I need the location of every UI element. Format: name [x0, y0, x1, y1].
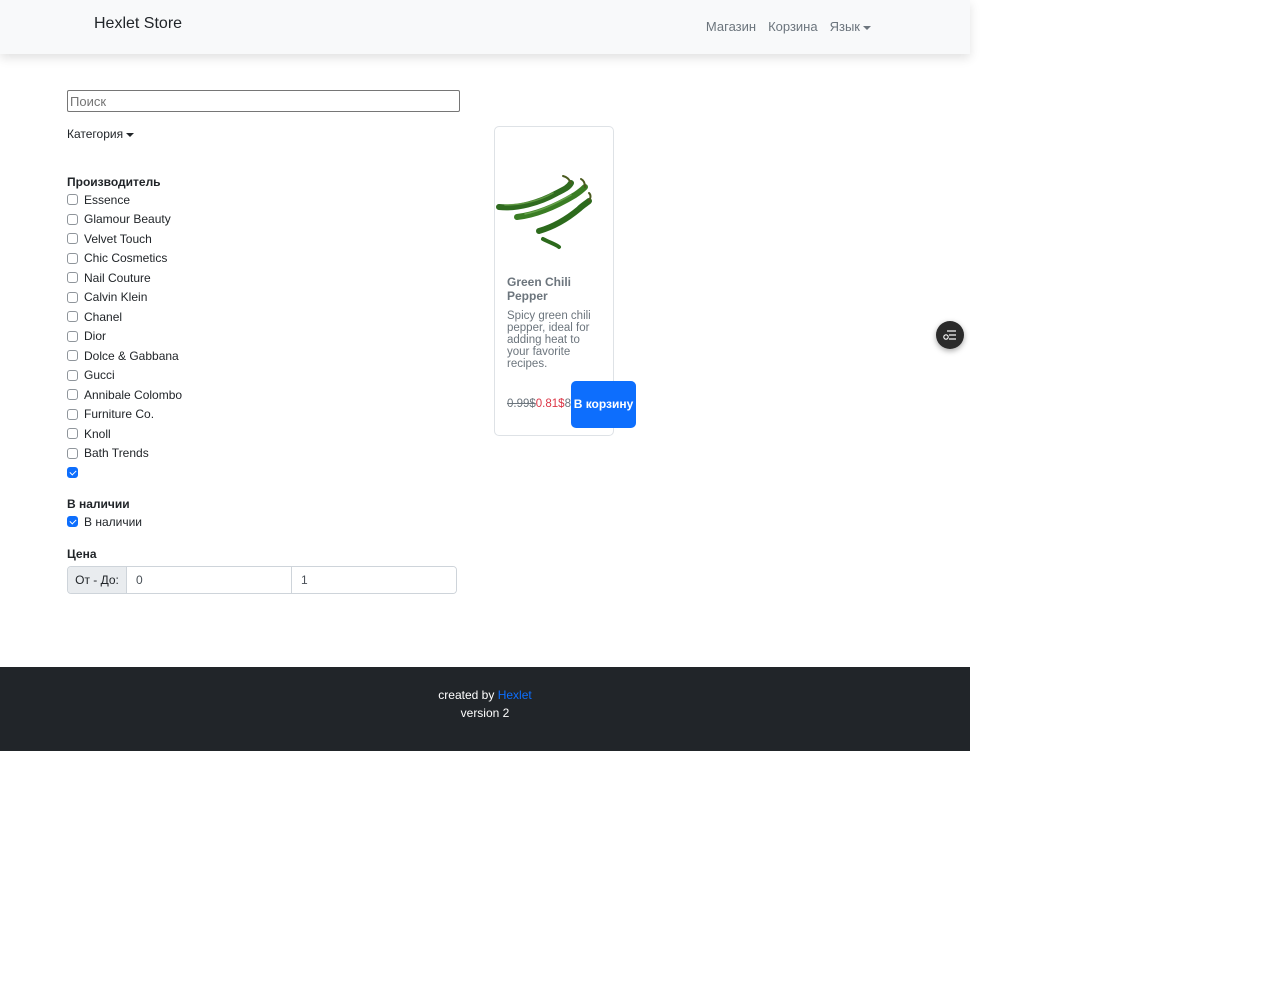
- footer: created by Hexlet version 2: [0, 667, 970, 751]
- list-item: Gucci: [67, 366, 367, 386]
- manufacturer-label: Calvin Klein: [84, 290, 148, 305]
- manufacturer-label: Knoll: [84, 426, 111, 441]
- manufacturer-label: Gucci: [84, 368, 115, 383]
- list-item: Essence: [67, 190, 367, 210]
- chevron-down-icon: [126, 132, 135, 137]
- stock-filter: В наличии: [67, 512, 142, 531]
- price-title: Цена: [67, 547, 97, 561]
- list-item: [67, 463, 367, 483]
- search-input[interactable]: [67, 90, 460, 112]
- manufacturer-label: Essence: [84, 192, 131, 207]
- category-label: Категория: [67, 127, 124, 141]
- list-item: Chic Cosmetics: [67, 249, 367, 269]
- manufacturer-checkbox[interactable]: [67, 428, 78, 440]
- list-item: Chanel: [67, 307, 367, 327]
- manufacturer-checkbox[interactable]: [67, 194, 78, 206]
- product-title[interactable]: Green Chili Pepper: [507, 275, 603, 303]
- manufacturer-checkbox[interactable]: [67, 291, 78, 303]
- language-label: Язык: [829, 19, 860, 34]
- list-item: Glamour Beauty: [67, 210, 367, 230]
- hexlet-link[interactable]: Hexlet: [498, 688, 532, 702]
- list-item: Nail Couture: [67, 268, 367, 288]
- nav-link-shop[interactable]: Магазин: [706, 19, 756, 34]
- manufacturer-checkbox[interactable]: [67, 467, 78, 479]
- list-settings-icon: [943, 330, 956, 340]
- price-to-input[interactable]: [292, 567, 456, 593]
- old-price: 0.99$: [507, 398, 536, 410]
- price-range-group: От - До:: [67, 566, 457, 594]
- list-item: Furniture Co.: [67, 405, 367, 425]
- floating-menu-button[interactable]: [936, 321, 964, 349]
- price-range-label: От - До:: [68, 567, 127, 593]
- stock-label: В наличии: [84, 514, 143, 529]
- manufacturer-checkbox[interactable]: [67, 233, 78, 245]
- manufacturer-checkbox[interactable]: [67, 350, 78, 362]
- new-price: 0.81$: [535, 398, 565, 410]
- manufacturer-label: Glamour Beauty: [84, 212, 171, 227]
- manufacturer-label: Dolce & Gabbana: [84, 348, 179, 363]
- manufacturer-checkbox[interactable]: [67, 447, 78, 459]
- manufacturer-checkbox[interactable]: [67, 213, 78, 225]
- manufacturer-label: Annibale Colombo: [84, 387, 183, 402]
- created-by-text: created by: [438, 688, 495, 702]
- manufacturer-title: Производитель: [67, 175, 161, 189]
- manufacturer-checkbox[interactable]: [67, 252, 78, 264]
- list-item: Velvet Touch: [67, 229, 367, 249]
- price-from-input[interactable]: [127, 567, 292, 593]
- list-item: Knoll: [67, 424, 367, 444]
- product-price: 0.99$0.81$8: [507, 398, 571, 410]
- price-extra: 8: [564, 398, 571, 410]
- list-item: Annibale Colombo: [67, 385, 367, 405]
- nav-link-cart[interactable]: Корзина: [768, 19, 818, 34]
- stock-title: В наличии: [67, 497, 130, 511]
- footer-credit: created by Hexlet: [0, 688, 970, 702]
- manufacturer-label: Furniture Co.: [84, 407, 155, 422]
- manufacturer-checkbox[interactable]: [67, 408, 78, 420]
- footer-version: version 2: [460, 706, 510, 720]
- manufacturer-checkbox[interactable]: [67, 369, 78, 381]
- product-description: Spicy green chili pepper, ideal for addi…: [507, 310, 591, 370]
- navbar: Hexlet Store Магазин Корзина Язык: [0, 0, 970, 54]
- manufacturer-checkbox[interactable]: [67, 330, 78, 342]
- list-item: Bath Trends: [67, 444, 367, 464]
- manufacturer-label: Chanel: [84, 309, 123, 324]
- list-item: Dior: [67, 327, 367, 347]
- stock-checkbox[interactable]: [67, 516, 78, 527]
- manufacturer-checkbox[interactable]: [67, 311, 78, 323]
- manufacturer-label: Bath Trends: [84, 446, 149, 461]
- nav-links: Магазин Корзина Язык: [706, 19, 871, 34]
- nav-link-language[interactable]: Язык: [830, 19, 871, 34]
- list-item: Calvin Klein: [67, 288, 367, 308]
- brand-logo[interactable]: Hexlet Store: [94, 15, 182, 33]
- category-dropdown[interactable]: Категория: [67, 127, 135, 141]
- chevron-down-icon: [863, 25, 871, 30]
- manufacturer-label: Velvet Touch: [84, 231, 152, 246]
- manufacturer-label: Chic Cosmetics: [84, 251, 168, 266]
- app: Hexlet Store Магазин Корзина Язык Катего…: [0, 0, 970, 1001]
- manufacturer-checkbox[interactable]: [67, 272, 78, 284]
- add-to-cart-button[interactable]: В корзину: [571, 381, 636, 428]
- list-item: Dolce & Gabbana: [67, 346, 367, 366]
- green-chili-pepper-image: [496, 175, 592, 249]
- manufacturer-checkbox[interactable]: [67, 389, 78, 401]
- manufacturer-list: Essence Glamour Beauty Velvet Touch Chic…: [67, 190, 367, 483]
- manufacturer-label: Nail Couture: [84, 270, 151, 285]
- manufacturer-label: Dior: [84, 329, 107, 344]
